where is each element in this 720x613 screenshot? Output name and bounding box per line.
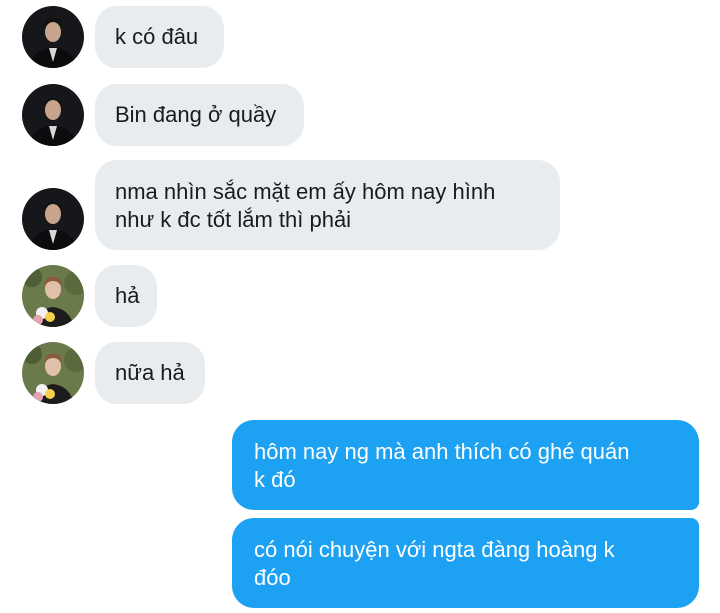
message-bubble-incoming: nữa hả bbox=[95, 342, 205, 404]
message-text: k có đâu bbox=[115, 24, 199, 49]
avatar-person-with-flowers[interactable] bbox=[22, 265, 84, 327]
message-text: nma nhìn sắc mặt em ấy hôm nay hình như … bbox=[115, 179, 496, 232]
message-text: nữa hả bbox=[115, 360, 185, 385]
avatar-man-in-suit[interactable] bbox=[22, 6, 84, 68]
message-text: hôm nay ng mà anh thích có ghé quán k đó bbox=[254, 439, 630, 492]
message-text: có nói chuyện với ngta đàng hoàng k đóo bbox=[254, 537, 615, 590]
message-bubble-outgoing: hôm nay ng mà anh thích có ghé quán k đó bbox=[232, 420, 699, 510]
message-bubble-incoming: hả bbox=[95, 265, 157, 327]
message-bubble-incoming: Bin đang ở quầy bbox=[95, 84, 304, 146]
message-text: Bin đang ở quầy bbox=[115, 102, 277, 127]
message-bubble-incoming: k có đâu bbox=[95, 6, 224, 68]
message-bubble-outgoing: có nói chuyện với ngta đàng hoàng k đóo bbox=[232, 518, 699, 608]
avatar-man-in-suit[interactable] bbox=[22, 188, 84, 250]
message-text: hả bbox=[115, 283, 140, 308]
message-bubble-incoming: nma nhìn sắc mặt em ấy hôm nay hình như … bbox=[95, 160, 560, 250]
avatar-person-with-flowers[interactable] bbox=[22, 342, 84, 404]
avatar-man-in-suit[interactable] bbox=[22, 84, 84, 146]
